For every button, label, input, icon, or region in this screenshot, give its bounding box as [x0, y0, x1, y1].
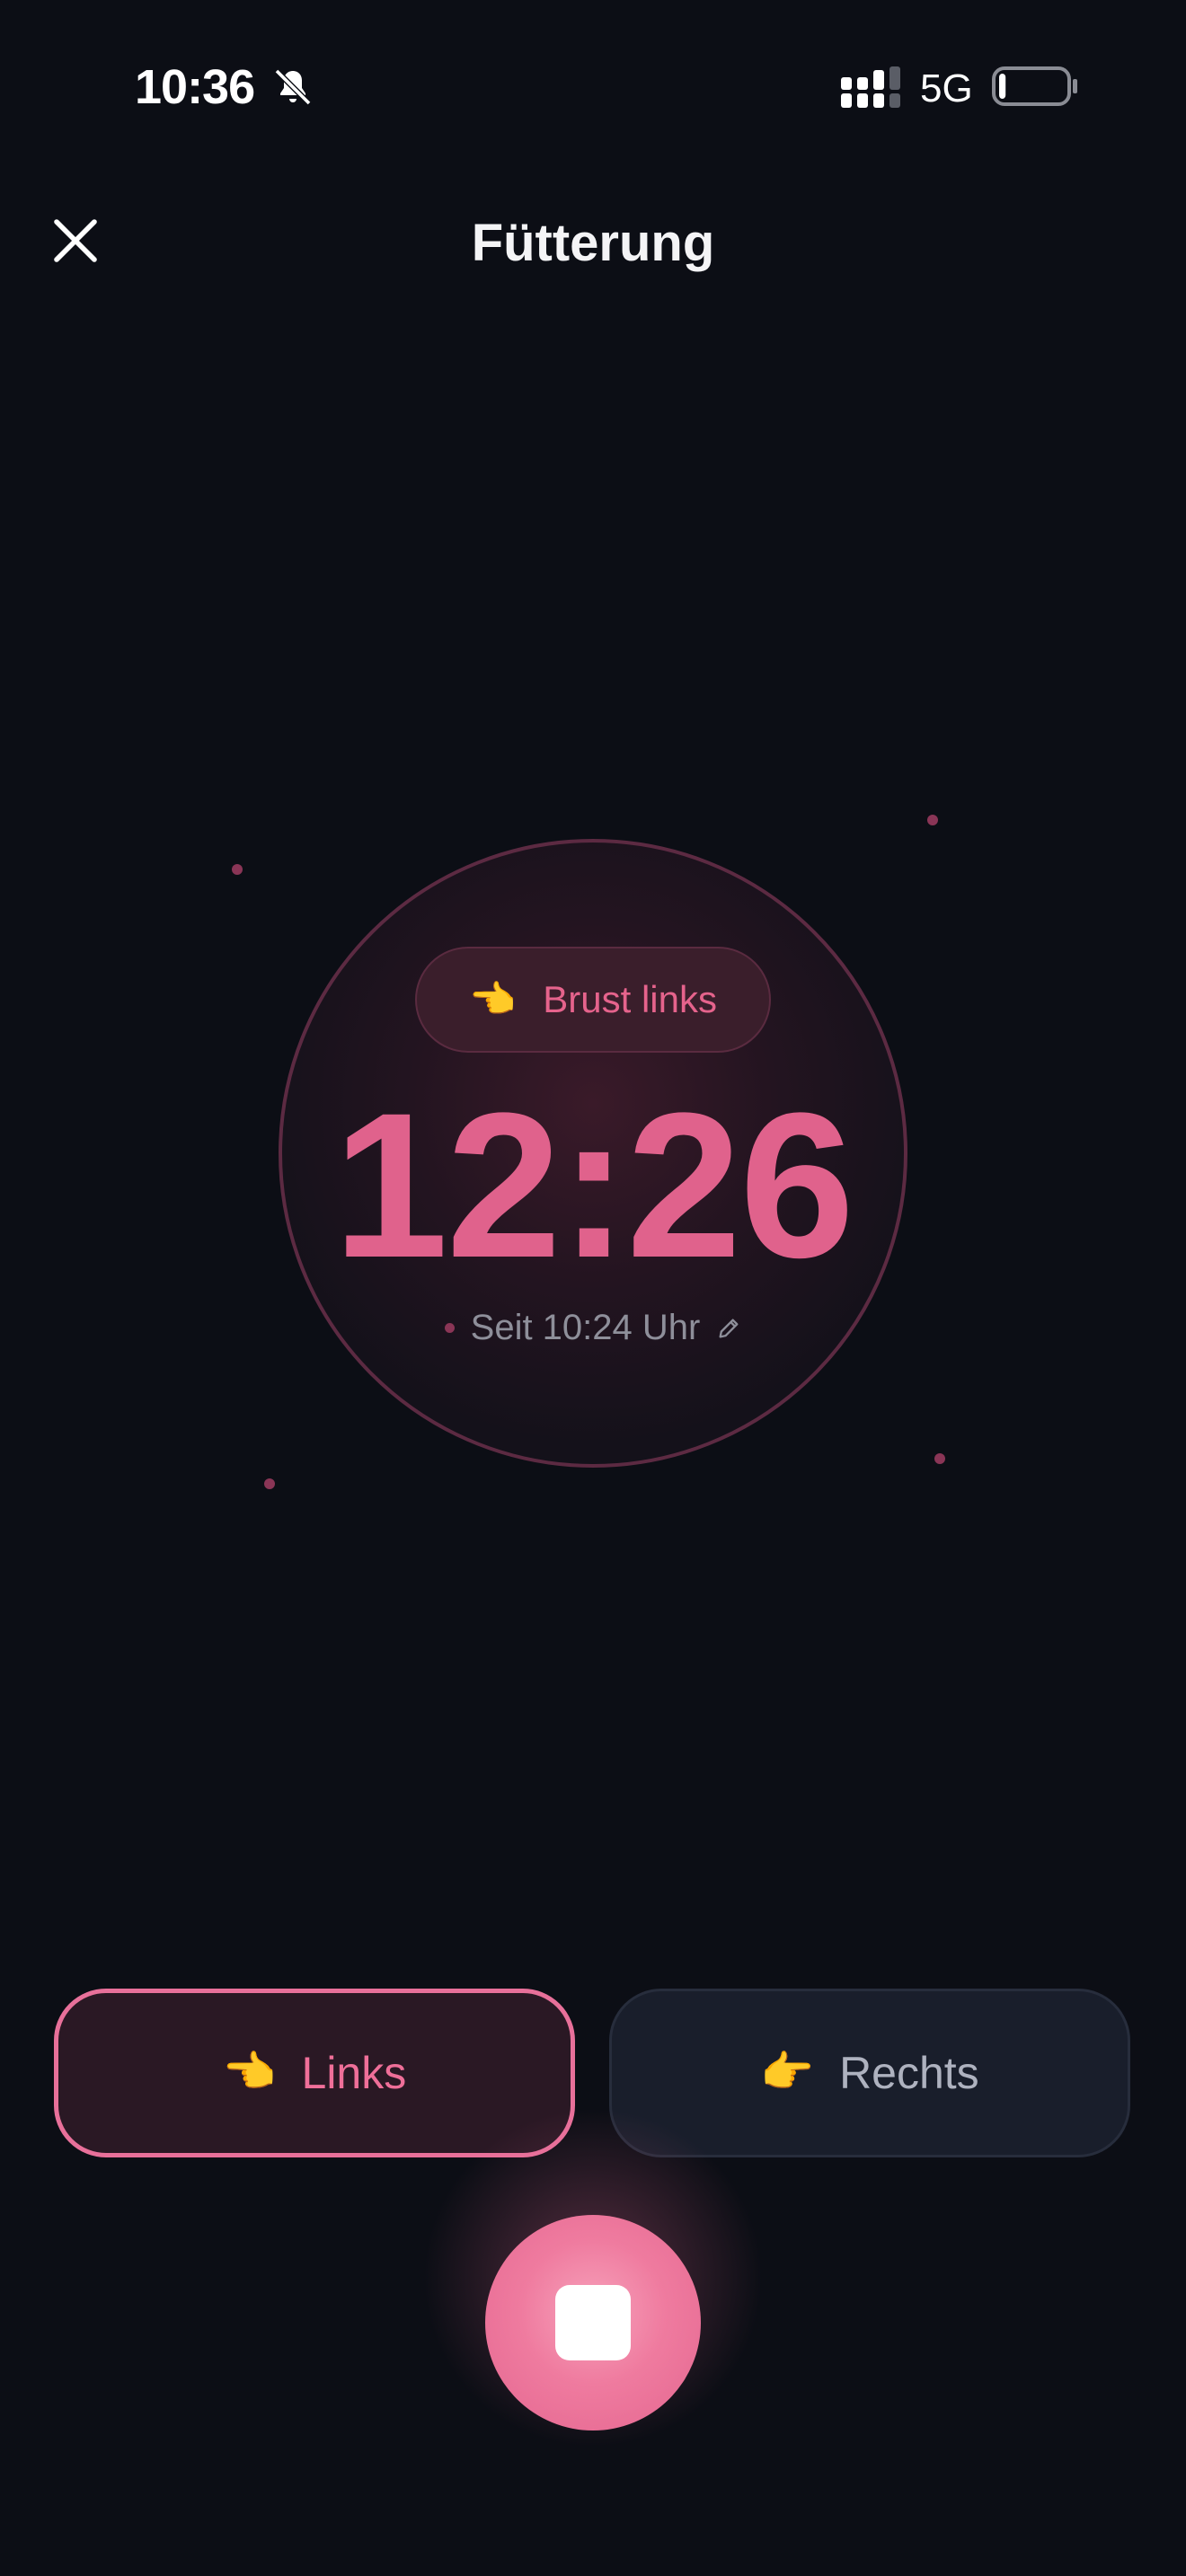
right-side-label: Rechts: [839, 2048, 979, 2098]
right-side-button[interactable]: 👉 Rechts: [609, 1989, 1130, 2157]
elapsed-timer: 12:26: [332, 1070, 854, 1301]
pencil-icon[interactable]: [716, 1316, 741, 1341]
decorative-dot: [264, 1478, 275, 1489]
hand-pointing-left-icon: 👈: [468, 978, 517, 1020]
start-time-row: Seit 10:24 Uhr: [0, 1308, 1186, 1348]
decorative-dot: [934, 1453, 945, 1464]
left-side-button[interactable]: 👈 Links: [54, 1989, 575, 2157]
decorative-dot: [232, 864, 243, 875]
decorative-dot: [927, 815, 938, 825]
bell-muted-icon: [274, 68, 312, 106]
hand-pointing-left-icon: 👈: [222, 2049, 277, 2096]
feeding-screen: 10:36 5G Fütterung 👈 Brust links 12:26 S…: [0, 0, 1186, 2576]
battery-low-icon: [992, 66, 1077, 106]
stop-button[interactable]: [485, 2215, 701, 2430]
start-time-label: Seit 10:24 Uhr: [470, 1308, 701, 1347]
status-time: 10:36: [135, 60, 255, 114]
network-label: 5G: [920, 66, 973, 110]
left-side-label: Links: [301, 2048, 407, 2098]
page-title: Fütterung: [471, 214, 715, 272]
status-dot: [444, 1323, 455, 1333]
stop-icon: [555, 2285, 631, 2360]
signal-bars-icon: [841, 66, 900, 108]
active-side-label: Brust links: [543, 978, 717, 1020]
active-side-pill: 👈 Brust links: [415, 947, 771, 1053]
hand-pointing-right-icon: 👉: [760, 2049, 815, 2096]
